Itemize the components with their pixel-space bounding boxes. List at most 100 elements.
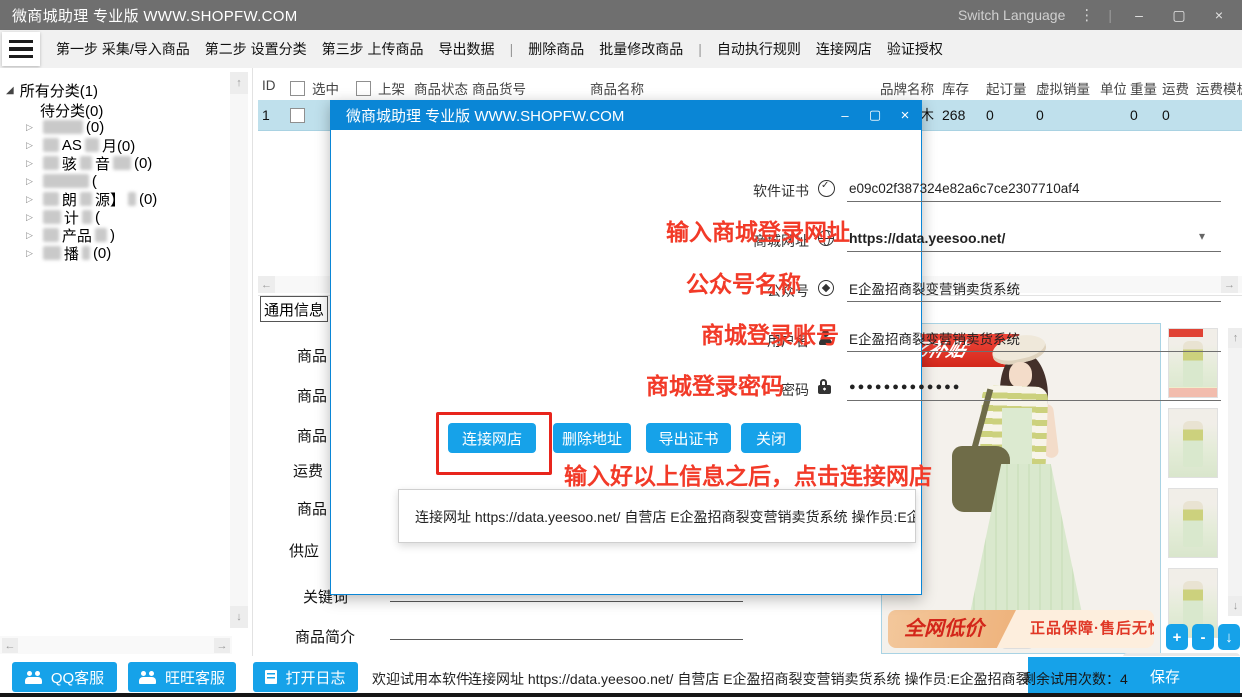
collapsed-caret-icon[interactable]: ▷	[26, 122, 33, 133]
thumbnail-2[interactable]	[1168, 408, 1218, 478]
cell-0: 1	[258, 107, 284, 123]
tree-item-2[interactable]: ▷骇音(0)	[0, 154, 230, 172]
scroll-left-icon[interactable]: ←	[2, 638, 18, 653]
tree-item-all-categories[interactable]: ◢ 所有分类(1)	[6, 80, 98, 101]
menu-item-8[interactable]: 自动执行规则	[717, 39, 801, 59]
url-dropdown-icon[interactable]: ▾	[1199, 229, 1205, 243]
scroll-down-icon[interactable]: ↓	[1228, 596, 1242, 616]
menu-item-9[interactable]: 连接网店	[816, 39, 872, 59]
column-header-10: 起订量	[982, 78, 1032, 100]
official-account-icon	[818, 280, 834, 296]
scroll-up-icon[interactable]: ↑	[230, 72, 248, 94]
username-input[interactable]	[847, 325, 1225, 351]
collapsed-caret-icon[interactable]: ▷	[26, 158, 33, 169]
description-input[interactable]	[390, 639, 743, 640]
dialog-maximize-button[interactable]: ▢	[860, 100, 890, 130]
scroll-right-icon[interactable]: →	[214, 638, 230, 653]
tree-item-label: 骇	[62, 153, 77, 174]
menu-separator: |	[698, 41, 702, 57]
redacted-text	[82, 210, 92, 224]
scroll-left-icon[interactable]: ←	[258, 276, 275, 293]
form-label: 供应	[289, 540, 319, 561]
tree-item-0[interactable]: ▷(0)	[0, 118, 230, 136]
category-tree: ◢ 所有分类(1) 待分类(0) ▷(0)▷AS月(0)▷骇音(0)▷(▷朗源】…	[0, 68, 253, 660]
minimize-button[interactable]: –	[1126, 7, 1152, 23]
thumbnail-3[interactable]	[1168, 488, 1218, 558]
menu-item-3[interactable]: 导出数据	[439, 39, 495, 59]
checkbox[interactable]	[290, 81, 305, 96]
saved-connection-item[interactable]: 连接网址 https://data.yeesoo.net/ 自营店 E企盈招商裂…	[398, 489, 916, 543]
switch-language-button[interactable]: Switch Language	[958, 7, 1065, 23]
tree-item-5[interactable]: ▷计(	[0, 208, 230, 226]
download-image-button[interactable]: ↓	[1218, 624, 1240, 650]
zoom-out-button[interactable]: -	[1192, 624, 1214, 650]
tree-item-1[interactable]: ▷AS月(0)	[0, 136, 230, 154]
tree-item-3[interactable]: ▷(	[0, 172, 230, 190]
redacted-text	[85, 138, 99, 152]
app-window: 微商城助理 专业版 WWW.SHOPFW.COM Switch Language…	[0, 0, 1242, 697]
tree-rows: ▷(0)▷AS月(0)▷骇音(0)▷(▷朗源】(0)▷计(▷产品)▷播(0)	[0, 118, 230, 262]
redacted-text	[43, 246, 61, 260]
collapsed-caret-icon[interactable]: ▷	[26, 230, 33, 241]
checkbox[interactable]	[356, 81, 371, 96]
lock-icon	[818, 379, 831, 394]
wangwang-support-button[interactable]: 旺旺客服	[128, 662, 236, 692]
tab-general-info[interactable]: 通用信息	[260, 296, 328, 322]
certificate-input[interactable]	[847, 175, 1225, 201]
tree-horizontal-scrollbar[interactable]	[0, 636, 232, 654]
tree-item-7[interactable]: ▷播(0)	[0, 244, 230, 262]
menu-item-10[interactable]: 验证授权	[887, 39, 943, 59]
redacted-text	[80, 156, 92, 170]
more-options-icon[interactable]: ⋮	[1079, 6, 1094, 24]
trial-count-text: 剩余试用次数：4	[1022, 669, 1128, 689]
price-badge: 全网低价	[888, 610, 1016, 648]
scroll-down-icon[interactable]: ↓	[230, 606, 248, 628]
hamburger-menu-icon[interactable]	[2, 32, 40, 66]
menu-item-6[interactable]: 批量修改商品	[599, 39, 683, 59]
keywords-input[interactable]	[390, 601, 743, 602]
collapsed-caret-icon[interactable]: ▷	[26, 194, 33, 205]
tree-item-4[interactable]: ▷朗源】(0)	[0, 190, 230, 208]
menu-item-1[interactable]: 第二步 设置分类	[205, 39, 307, 59]
open-log-button[interactable]: 打开日志	[253, 662, 358, 692]
people-icon	[139, 671, 157, 684]
header-checkbox-cell	[350, 78, 374, 100]
menu-item-5[interactable]: 删除商品	[528, 39, 584, 59]
zoom-in-button[interactable]: +	[1166, 624, 1188, 650]
thumbnail-scrollbar[interactable]	[1228, 328, 1242, 616]
close-button[interactable]: ×	[1206, 7, 1232, 23]
annotation-url: 输入商城登录网址	[666, 213, 850, 247]
form-label: 商品	[297, 498, 327, 519]
dialog-close-button[interactable]: ×	[890, 100, 920, 130]
collapsed-caret-icon[interactable]: ▷	[26, 176, 33, 187]
password-input[interactable]	[847, 374, 1225, 400]
title-bar: 微商城助理 专业版 WWW.SHOPFW.COM Switch Language…	[0, 0, 1242, 30]
column-header-7: 商品名称	[586, 78, 876, 100]
checkbox[interactable]	[290, 108, 305, 123]
export-certificate-button[interactable]: 导出证书	[646, 423, 731, 453]
titlebar-separator: |	[1108, 7, 1112, 23]
scroll-up-icon[interactable]: ↑	[1228, 328, 1242, 348]
store-url-input[interactable]	[847, 225, 1225, 251]
menu-item-2[interactable]: 第三步 上传商品	[322, 39, 424, 59]
tree-item-6[interactable]: ▷产品)	[0, 226, 230, 244]
column-header-0: ID	[258, 78, 284, 100]
tree-item-label: 源】	[95, 189, 125, 210]
annotation-account-name: 公众号名称	[686, 265, 801, 299]
expanded-caret-icon[interactable]: ◢	[6, 85, 14, 96]
menu-item-0[interactable]: 第一步 采集/导入商品	[56, 39, 190, 59]
close-dialog-button[interactable]: 关闭	[741, 423, 801, 453]
collapsed-caret-icon[interactable]: ▷	[26, 212, 33, 223]
tree-item-label: (	[92, 173, 97, 190]
column-header-8: 品牌名称	[876, 78, 938, 100]
delete-address-button[interactable]: 删除地址	[553, 423, 631, 453]
collapsed-caret-icon[interactable]: ▷	[26, 140, 33, 151]
official-account-input[interactable]	[847, 275, 1225, 301]
maximize-button[interactable]: ▢	[1166, 7, 1192, 24]
tree-vertical-scrollbar[interactable]	[230, 72, 248, 628]
qq-support-button[interactable]: QQ客服	[12, 662, 117, 692]
table-header-row: ID选中上架商品状态商品货号商品名称品牌名称库存起订量虚拟销量单位重量运费运费模…	[258, 78, 1242, 100]
column-header-13: 重量	[1126, 78, 1158, 100]
collapsed-caret-icon[interactable]: ▷	[26, 248, 33, 259]
dialog-minimize-button[interactable]: –	[830, 100, 860, 130]
